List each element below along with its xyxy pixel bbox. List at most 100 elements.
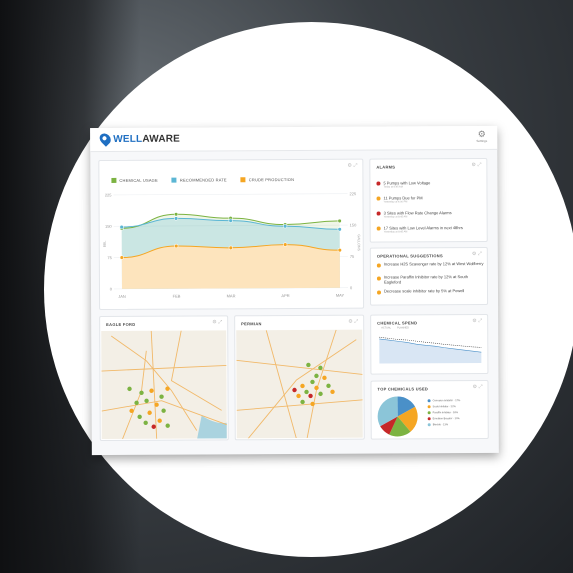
- site-marker: [310, 379, 315, 385]
- gear-icon[interactable]: ⚙: [472, 318, 477, 324]
- site-marker: [144, 398, 149, 403]
- site-marker: [330, 389, 335, 395]
- site-marker: [143, 420, 148, 425]
- site-marker: [149, 388, 154, 393]
- location-pin-icon: [97, 131, 113, 147]
- x-tick-label: JAN: [118, 294, 126, 299]
- legend-swatch: [427, 422, 431, 426]
- expand-icon[interactable]: ⤢: [477, 162, 481, 168]
- status-dot: [377, 290, 382, 295]
- legend-item[interactable]: RECOMMENDED RATE: [171, 177, 227, 183]
- x-tick-label: MAR: [227, 293, 236, 298]
- gear-icon[interactable]: ⚙: [347, 163, 352, 169]
- legend-label: Scale Inhibitor - 22%: [432, 404, 456, 408]
- alarm-item[interactable]: 17 Sites with Low Level Alarms in next 4…: [376, 225, 463, 234]
- data-point: [119, 255, 124, 260]
- y-tick-label: 75: [107, 255, 112, 260]
- suggestion-item[interactable]: Increase Paraffin Inhibitor rate by 12% …: [376, 274, 485, 285]
- legend-swatch: [427, 404, 431, 408]
- brand-logo[interactable]: WELLAWARE: [97, 131, 181, 147]
- site-marker: [159, 394, 164, 399]
- dashboard-window: WELLAWARE ⚙ Settings ⚙ ⤢ CHEMICAL USAGE …: [90, 125, 499, 456]
- site-marker: [300, 383, 305, 389]
- status-dot: [376, 263, 381, 268]
- expand-icon[interactable]: ⤢: [354, 319, 358, 325]
- expand-icon[interactable]: ⤢: [478, 318, 482, 324]
- status-dot: [376, 181, 381, 186]
- alarms-title: ALARMS: [376, 164, 396, 170]
- settings-label: Settings: [476, 138, 488, 144]
- gear-icon[interactable]: ⚙: [473, 384, 478, 390]
- site-marker: [318, 365, 323, 371]
- gear-icon[interactable]: ⚙: [471, 162, 476, 168]
- site-marker: [161, 408, 166, 413]
- site-marker: [139, 390, 144, 396]
- gear-icon: ⚙: [477, 128, 486, 140]
- site-marker: [165, 423, 170, 428]
- main-chart-card: ⚙ ⤢ CHEMICAL USAGE RECOMMENDED RATE CRUD…: [98, 158, 365, 311]
- data-point: [174, 216, 179, 221]
- pie-legend-item[interactable]: Biocide - 13%: [427, 421, 461, 427]
- site-marker: [292, 387, 297, 393]
- legend-label: Emulsion Breaker - 10%: [432, 416, 460, 420]
- legend-item[interactable]: CRUDE PRODUCTION: [240, 177, 294, 183]
- settings-button[interactable]: ⚙ Settings: [476, 129, 487, 143]
- legend-label: Biocide - 13%: [432, 422, 449, 426]
- permian-map[interactable]: [236, 329, 363, 439]
- road: [306, 329, 337, 439]
- legend-actual: ACTUAL: [381, 326, 392, 330]
- site-marker: [308, 393, 313, 399]
- site-marker: [165, 386, 170, 391]
- y-tick-label-right: 225: [349, 191, 356, 196]
- data-point: [283, 242, 288, 247]
- road: [246, 339, 357, 439]
- brand-name: WELLAWARE: [113, 133, 181, 145]
- expand-icon[interactable]: ⤢: [218, 319, 222, 325]
- y-tick-label: 225: [105, 192, 112, 197]
- expand-icon[interactable]: ⤢: [478, 251, 482, 257]
- data-point: [337, 218, 342, 223]
- suggestion-item[interactable]: Decrease scale inhibitor rate by 5% at P…: [377, 288, 485, 295]
- data-point: [337, 227, 342, 232]
- spend-title: CHEMICAL SPEND: [377, 320, 418, 326]
- x-tick-label: APR: [281, 293, 289, 298]
- gear-icon[interactable]: ⚙: [472, 251, 477, 257]
- alarm-item[interactable]: 3 Sites with Flow Rate Change Alarms Yest…: [376, 210, 452, 219]
- data-point: [228, 245, 233, 250]
- site-marker: [300, 399, 305, 405]
- map-card-eagle-ford: EAGLE FORD ⚙ ⤢: [99, 315, 229, 442]
- y-tick-label-right: 0: [350, 285, 353, 290]
- alarm-item[interactable]: 11 Pumps Due for PM Yesterday at 4:00 PM: [376, 195, 423, 204]
- map-canvas: [101, 330, 227, 440]
- legend-label: Corrosion Inhibitor - 17%: [432, 398, 461, 402]
- gear-icon[interactable]: ⚙: [348, 319, 353, 325]
- road: [236, 399, 363, 411]
- site-marker: [151, 424, 156, 429]
- gear-icon[interactable]: ⚙: [212, 319, 217, 325]
- site-marker: [318, 391, 323, 397]
- main-chart-legend: CHEMICAL USAGE RECOMMENDED RATE CRUDE PR…: [111, 177, 294, 183]
- data-point: [174, 212, 179, 217]
- y-tick-label-right: 150: [350, 223, 357, 228]
- suggestions-title: OPERATIONAL SUGGESTIONS: [376, 253, 443, 259]
- spend-line-chart: [379, 336, 482, 364]
- road: [121, 350, 147, 440]
- site-marker: [137, 414, 142, 420]
- alarm-item[interactable]: 5 Pumps with Low Voltage Today at 8:45 AM: [376, 180, 430, 189]
- eagle-ford-map[interactable]: [101, 330, 227, 440]
- expand-icon[interactable]: ⤢: [353, 163, 357, 169]
- site-marker: [147, 410, 152, 415]
- site-marker: [314, 385, 319, 391]
- site-marker: [134, 400, 139, 406]
- data-point: [228, 218, 233, 223]
- expand-icon[interactable]: ⤢: [478, 384, 482, 390]
- road: [170, 330, 222, 411]
- y-tick-label: 0: [110, 286, 113, 291]
- site-marker: [314, 373, 319, 379]
- status-dot: [376, 211, 381, 216]
- data-point: [119, 225, 124, 230]
- legend-item[interactable]: CHEMICAL USAGE: [111, 178, 158, 183]
- suggestion-item[interactable]: Increase H2S Scavenger rate by 12% at We…: [376, 261, 485, 268]
- site-marker: [129, 408, 134, 414]
- y-axis-label: BBL: [103, 241, 107, 248]
